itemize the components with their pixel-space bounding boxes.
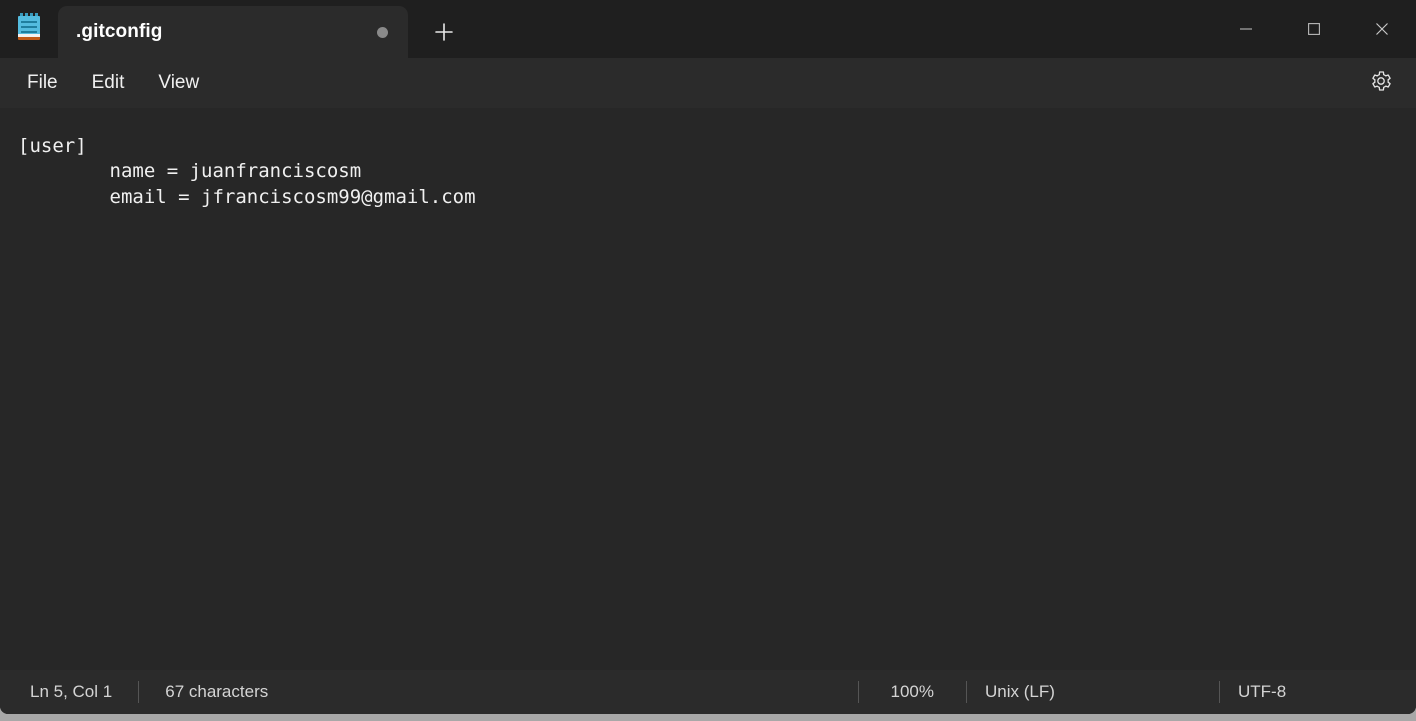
status-bar: Ln 5, Col 1 67 characters 100% Unix (LF)… (0, 670, 1416, 714)
menu-bar: File Edit View (0, 58, 1416, 108)
notepad-icon-line (21, 21, 37, 24)
status-zoom-level[interactable]: 100% (859, 682, 966, 702)
tab-strip: .gitconfig (58, 0, 1212, 58)
notepad-icon-base (18, 36, 40, 40)
status-cursor-position[interactable]: Ln 5, Col 1 (0, 682, 138, 702)
window-controls (1212, 0, 1416, 58)
notepad-icon-line (21, 31, 37, 34)
gear-icon (1369, 69, 1393, 98)
status-bar-left: Ln 5, Col 1 67 characters (0, 681, 294, 703)
notepad-icon (18, 13, 40, 40)
settings-button[interactable] (1354, 63, 1408, 103)
app-icon (0, 0, 58, 58)
title-bar: .gitconfig (0, 0, 1416, 58)
tab-gitconfig[interactable]: .gitconfig (58, 6, 408, 58)
menu-item-edit[interactable]: Edit (78, 66, 139, 100)
menu-item-view[interactable]: View (144, 66, 213, 100)
text-editor-area[interactable]: [user] name = juanfranciscosm email = jf… (0, 108, 1416, 670)
status-line-ending[interactable]: Unix (LF) (967, 682, 1219, 702)
new-tab-button[interactable] (408, 6, 480, 58)
tab-modified-dot[interactable] (377, 26, 388, 38)
tab-title: .gitconfig (76, 21, 163, 42)
menu-item-file[interactable]: File (13, 66, 72, 100)
maximize-button[interactable] (1280, 0, 1348, 58)
minimize-button[interactable] (1212, 0, 1280, 58)
notepad-icon-line (21, 26, 37, 29)
status-encoding[interactable]: UTF-8 (1220, 682, 1416, 702)
status-character-count[interactable]: 67 characters (139, 682, 294, 702)
editor-content[interactable]: [user] name = juanfranciscosm email = jf… (18, 134, 1416, 210)
close-button[interactable] (1348, 0, 1416, 58)
status-bar-right: 100% Unix (LF) UTF-8 (857, 681, 1416, 703)
notepad-window: .gitconfig File Edit View [user] name = … (0, 0, 1416, 714)
